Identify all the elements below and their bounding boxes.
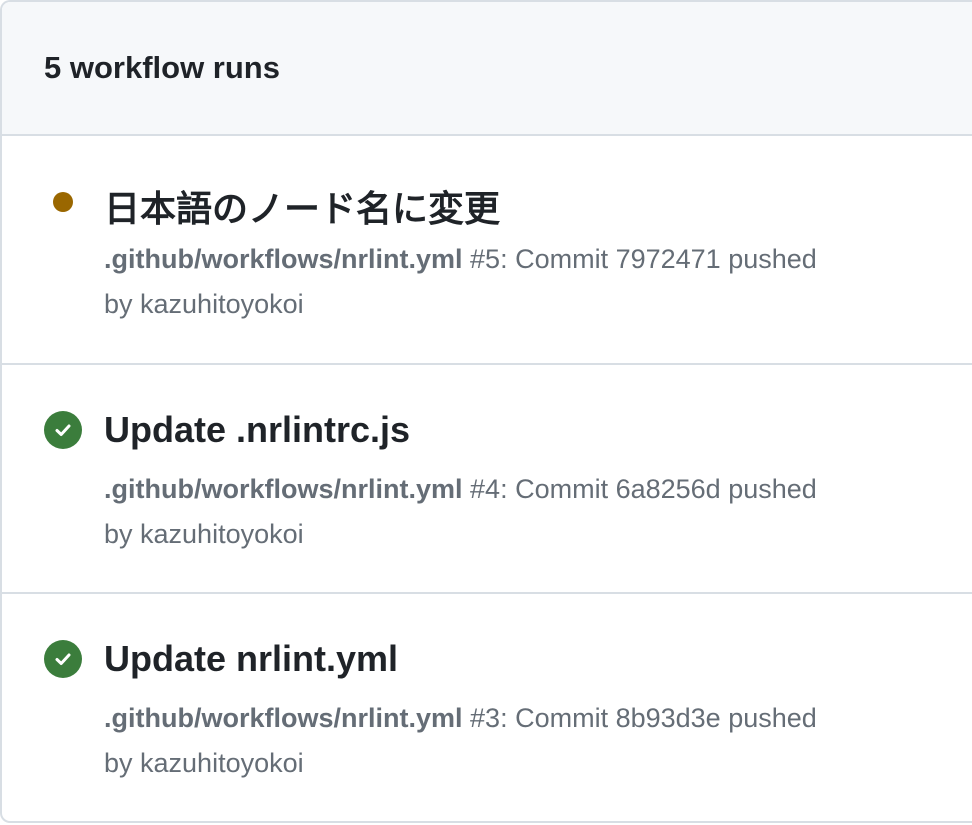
workflow-run-row[interactable]: Update .nrlintrc.js .github/workflows/nr…	[2, 365, 972, 594]
run-actor: by kazuhitoyokoi	[104, 519, 304, 549]
check-circle-icon	[44, 411, 82, 449]
run-number: #4	[470, 474, 501, 504]
run-meta: .github/workflows/nrlint.yml #5: Commit …	[104, 237, 954, 327]
workflow-path-link[interactable]: .github/workflows/nrlint.yml	[104, 244, 463, 274]
run-actor: by kazuhitoyokoi	[104, 748, 304, 778]
workflow-runs-count: 5 workflow runs	[44, 50, 280, 85]
status-in-progress-icon	[44, 183, 82, 221]
workflow-runs-header: 5 workflow runs	[2, 2, 972, 136]
run-actor: by kazuhitoyokoi	[104, 289, 304, 319]
run-number: #5	[470, 244, 501, 274]
run-number: #3	[470, 703, 501, 733]
workflow-runs-panel: 5 workflow runs 日本語のノード名に変更 .github/work…	[0, 0, 972, 823]
workflow-run-row[interactable]: 日本語のノード名に変更 .github/workflows/nrlint.yml…	[2, 136, 972, 365]
run-title-link[interactable]: Update nrlint.yml	[104, 638, 398, 680]
workflow-path-link[interactable]: .github/workflows/nrlint.yml	[104, 474, 463, 504]
run-description: : Commit 7972471 pushed	[500, 244, 817, 274]
run-description: : Commit 6a8256d pushed	[500, 474, 817, 504]
run-description: : Commit 8b93d3e pushed	[500, 703, 817, 733]
run-meta: .github/workflows/nrlint.yml #3: Commit …	[104, 696, 954, 786]
workflow-path-link[interactable]: .github/workflows/nrlint.yml	[104, 703, 463, 733]
run-title-link[interactable]: Update .nrlintrc.js	[104, 409, 410, 451]
check-circle-icon	[44, 640, 82, 678]
run-meta: .github/workflows/nrlint.yml #4: Commit …	[104, 467, 954, 557]
workflow-run-row[interactable]: Update nrlint.yml .github/workflows/nrli…	[2, 594, 972, 821]
run-title-link[interactable]: 日本語のノード名に変更	[104, 180, 500, 232]
